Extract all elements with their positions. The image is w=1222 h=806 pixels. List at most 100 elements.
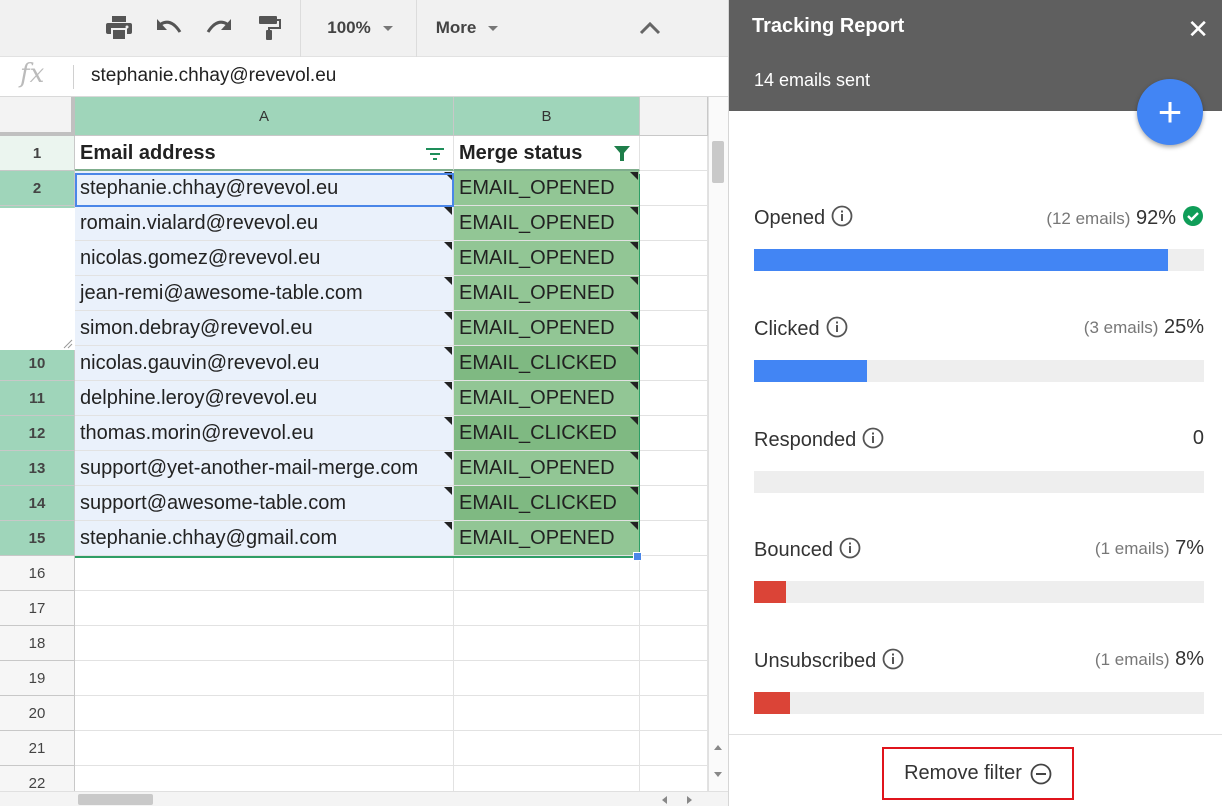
resize-grip-icon[interactable] [63,339,73,349]
merge-status-cell[interactable]: EMAIL_OPENED [454,171,640,206]
merge-status-cell[interactable]: EMAIL_OPENED [454,311,640,346]
email-cell[interactable]: support@yet-another-mail-merge.com [75,451,454,486]
grid-cell[interactable] [454,591,640,626]
row-number[interactable]: 10 [0,346,75,381]
column-header-b[interactable]: B [454,97,640,136]
add-button[interactable]: + [1137,79,1203,145]
scroll-left-icon[interactable] [660,795,668,805]
merge-status-cell[interactable]: EMAIL_CLICKED [454,486,640,521]
grid-cell[interactable] [75,626,454,661]
grid-cell[interactable] [640,241,708,276]
row-number[interactable]: 2 [0,171,75,206]
grid-cell[interactable] [640,171,708,206]
row-number[interactable]: 22 [0,766,75,791]
merge-status-cell[interactable]: EMAIL_OPENED [454,451,640,486]
grid-cell[interactable] [454,696,640,731]
grid-cell[interactable] [640,661,708,696]
grid-cell[interactable] [640,136,708,171]
merge-status-cell[interactable]: EMAIL_OPENED [454,206,640,241]
grid-cell[interactable] [75,556,454,591]
merge-status-cell[interactable]: EMAIL_CLICKED [454,416,640,451]
undo-button[interactable] [152,10,186,46]
row-number[interactable]: 19 [0,661,75,696]
grid-cell[interactable] [640,311,708,346]
row-number[interactable]: 21 [0,731,75,766]
print-button[interactable] [102,10,136,46]
email-cell[interactable]: support@awesome-table.com [75,486,454,521]
grid-cell[interactable] [640,416,708,451]
row-number[interactable]: 17 [0,591,75,626]
grid-cell[interactable] [640,451,708,486]
horizontal-scroll-thumb[interactable] [78,794,153,805]
row-number[interactable]: 11 [0,381,75,416]
grid-cell[interactable] [640,486,708,521]
grid-cell[interactable] [75,766,454,791]
zoom-select[interactable]: 100% [314,10,406,46]
merge-status-cell[interactable]: EMAIL_OPENED [454,381,640,416]
select-all-corner[interactable] [0,97,75,136]
grid-cell[interactable] [75,731,454,766]
email-cell[interactable]: nicolas.gomez@revevol.eu [75,241,454,276]
info-icon[interactable] [862,427,884,449]
merge-status-cell[interactable]: EMAIL_OPENED [454,276,640,311]
grid-cell[interactable] [640,556,708,591]
email-cell[interactable]: simon.debray@revevol.eu [75,311,454,346]
email-cell[interactable]: nicolas.gauvin@revevol.eu [75,346,454,381]
grid-cell[interactable] [640,346,708,381]
row-number[interactable]: 20 [0,696,75,731]
grid-cell[interactable] [640,696,708,731]
row-number[interactable]: 15 [0,521,75,556]
scroll-up-icon[interactable] [713,743,723,751]
row-number[interactable]: 18 [0,626,75,661]
remove-filter-button[interactable]: Remove filter [882,747,1074,800]
row-number[interactable]: 16 [0,556,75,591]
grid-cell[interactable] [75,696,454,731]
info-icon[interactable] [826,316,848,338]
grid-cell[interactable] [454,556,640,591]
column-header-c[interactable] [640,97,708,136]
email-cell[interactable]: delphine.leroy@revevol.eu [75,381,454,416]
filter-active-icon[interactable] [613,145,631,163]
grid-cell[interactable] [640,521,708,556]
grid-cell[interactable] [640,381,708,416]
email-cell[interactable]: thomas.morin@revevol.eu [75,416,454,451]
grid-cell[interactable] [75,591,454,626]
info-icon[interactable] [882,648,904,670]
email-cell[interactable]: romain.vialard@revevol.eu [75,206,454,241]
scroll-right-icon[interactable] [686,795,694,805]
grid-cell[interactable] [75,661,454,696]
row-number[interactable]: 1 [0,136,75,171]
merge-status-cell[interactable]: EMAIL_OPENED [454,521,640,556]
horizontal-scrollbar[interactable] [0,791,728,806]
filter-list-icon[interactable] [425,145,445,161]
row-number[interactable]: 14 [0,486,75,521]
info-icon[interactable] [839,537,861,559]
grid-cell[interactable] [640,276,708,311]
more-menu-button[interactable]: More [426,10,508,46]
merge-status-cell[interactable]: EMAIL_CLICKED [454,346,640,381]
status-header-cell[interactable]: Merge status [454,136,640,171]
vertical-scrollbar[interactable] [708,97,728,791]
grid-cell[interactable] [454,661,640,696]
email-header-cell[interactable]: Email address [75,136,454,171]
grid-cell[interactable] [454,731,640,766]
row-number[interactable]: 12 [0,416,75,451]
close-icon[interactable]: ✕ [1187,16,1209,42]
column-header-a[interactable]: A [75,97,454,136]
grid-cell[interactable] [454,766,640,791]
email-cell[interactable]: stephanie.chhay@revevol.eu [75,171,454,206]
row-number[interactable]: 13 [0,451,75,486]
grid-cell[interactable] [640,626,708,661]
formula-input[interactable]: stephanie.chhay@revevol.eu [91,65,336,87]
merge-status-cell[interactable]: EMAIL_OPENED [454,241,640,276]
grid-cell[interactable] [640,591,708,626]
info-icon[interactable] [831,205,853,227]
vertical-scroll-thumb[interactable] [712,141,724,183]
grid-cell[interactable] [454,626,640,661]
scroll-down-icon[interactable] [713,771,723,779]
grid-cell[interactable] [640,766,708,791]
collapse-toolbar-button[interactable] [630,10,670,46]
fill-handle[interactable] [633,552,642,561]
redo-button[interactable] [202,10,236,46]
paint-format-button[interactable] [252,10,286,46]
